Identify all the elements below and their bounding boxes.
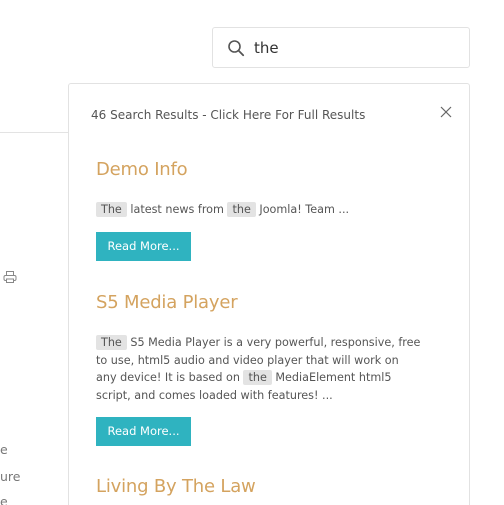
snippet-text: Joomla! Team ... — [255, 203, 350, 216]
search-input[interactable] — [254, 28, 469, 67]
background-text-fragment: ure — [0, 469, 21, 484]
search-box[interactable] — [212, 27, 470, 68]
read-more-button[interactable]: Read More... — [96, 232, 191, 261]
result-snippet: The S5 Media Player is a very powerful, … — [96, 334, 421, 404]
close-icon[interactable] — [440, 106, 452, 118]
search-icon — [228, 39, 245, 56]
result-title[interactable]: Living By The Law — [96, 476, 441, 497]
full-results-link[interactable]: 46 Search Results - Click Here For Full … — [91, 108, 365, 122]
search-result: Demo Info The latest news from the Jooml… — [96, 159, 441, 261]
search-result: Living By The Law — [96, 476, 441, 497]
search-result: S5 Media Player The S5 Media Player is a… — [96, 292, 441, 446]
snippet-highlight: the — [243, 370, 272, 385]
background-text-fragment: e — [0, 494, 8, 505]
snippet-highlight: The — [96, 202, 127, 217]
snippet-text: latest news from — [126, 203, 228, 216]
print-icon[interactable] — [3, 270, 17, 284]
snippet-highlight: The — [96, 335, 127, 350]
background-divider — [0, 132, 69, 133]
snippet-highlight: the — [227, 202, 256, 217]
result-title[interactable]: S5 Media Player — [96, 292, 441, 313]
background-text-fragment: e — [0, 442, 8, 457]
result-title[interactable]: Demo Info — [96, 159, 441, 180]
result-snippet: The latest news from the Joomla! Team ..… — [96, 201, 441, 219]
read-more-button[interactable]: Read More... — [96, 417, 191, 446]
search-results-panel: 46 Search Results - Click Here For Full … — [68, 83, 470, 505]
